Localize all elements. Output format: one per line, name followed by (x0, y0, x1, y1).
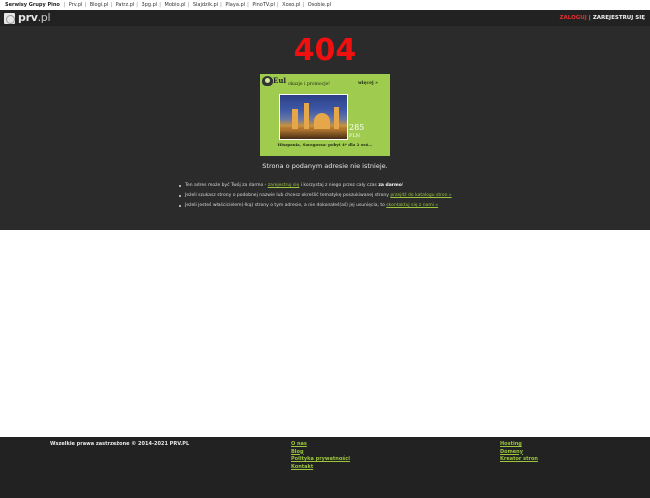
ad-more-link[interactable]: więcej » (358, 81, 378, 86)
footer-link-blog[interactable]: Blog (291, 449, 304, 455)
copyright: Wszelkie prawa zastrzeżone © 2014-2021 P… (50, 441, 190, 447)
register-inline-link[interactable]: zarejestruj się (268, 183, 300, 188)
ad-brand: Eul (273, 76, 287, 85)
footer-link-privacy[interactable]: Polityka prywatności (291, 456, 350, 462)
network-bar-title: Serwisy Grupy Pino (5, 2, 60, 8)
network-link[interactable]: Osobie.pl (308, 2, 331, 8)
network-link[interactable]: PinoTV.pl (252, 2, 275, 8)
footer-link-domains[interactable]: Domeny (500, 449, 523, 455)
list-item: Jeżeli jesteś właścicielem(-lką) strony … (178, 201, 498, 211)
register-link[interactable]: ZAREJESTRUJ SIĘ (593, 15, 645, 21)
footer-link-builder[interactable]: Kreator stron (500, 456, 538, 462)
footer-links-company: O nas Blog Polityka prywatności Kontakt (291, 441, 350, 471)
ad-photo (279, 94, 348, 140)
footer-links-services: Hosting Domeny Kreator stron (500, 441, 538, 464)
network-bar: Serwisy Grupy Pino | Prv.pl | Blogi.pl | P… (0, 0, 650, 10)
site-footer: Wszelkie prawa zastrzeżone © 2014-2021 P… (0, 437, 650, 498)
login-link[interactable]: ZALOGUJ (560, 15, 587, 21)
auth-links: ZALOGUJ | ZAREJESTRUJ SIĘ (559, 15, 645, 21)
gem-icon (262, 76, 273, 86)
promo-banner[interactable]: Eul okazje i promocje! więcej » 285 PLN … (260, 74, 390, 156)
error-message: Strona o podanym adresie nie istnieje. (262, 162, 388, 170)
network-link[interactable]: Xoxo.pl (282, 2, 300, 8)
network-link[interactable]: Blogi.pl (90, 2, 109, 8)
network-link[interactable]: Slajdzik.pl (193, 2, 218, 8)
error-code: 404 (293, 33, 357, 68)
contact-link[interactable]: skontaktuj się z nami » (386, 203, 438, 208)
prv-logo[interactable]: prv.pl (4, 11, 51, 24)
logo-icon (4, 12, 15, 24)
network-link[interactable]: Prv.pl (69, 2, 83, 8)
logo-suffix: .pl (37, 11, 51, 24)
ad-description: Hiszpania, Saragossa: pobyt 4* dla 2 osó… (277, 142, 373, 147)
network-link[interactable]: 3pg.pl (142, 2, 158, 8)
tips-list: Ten adres może być Twój za darmo - zarej… (178, 181, 498, 211)
ad-currency: PLN (349, 133, 361, 139)
list-item: Jeżeli szukasz strony o podobnej nazwie … (178, 191, 498, 201)
site-header: prv.pl ZALOGUJ | ZAREJESTRUJ SIĘ (0, 10, 650, 26)
error-section: 404 Eul okazje i promocje! więcej » 285 … (0, 26, 650, 230)
footer-link-about[interactable]: O nas (291, 441, 307, 447)
network-link[interactable]: Playa.pl (225, 2, 245, 8)
ad-price: 285 (349, 123, 365, 132)
footer-link-hosting[interactable]: Hosting (500, 441, 522, 447)
logo-text: prv (18, 11, 38, 24)
network-link[interactable]: Mobio.pl (165, 2, 186, 8)
page: Serwisy Grupy Pino | Prv.pl | Blogi.pl | P… (0, 0, 650, 498)
list-item: Ten adres może być Twój za darmo - zarej… (178, 181, 498, 191)
ad-tagline: okazje i promocje! (288, 82, 330, 87)
network-link[interactable]: Patrz.pl (116, 2, 135, 8)
footer-link-contact[interactable]: Kontakt (291, 464, 313, 470)
catalog-link[interactable]: przejdź do katalogu stron » (390, 193, 451, 198)
